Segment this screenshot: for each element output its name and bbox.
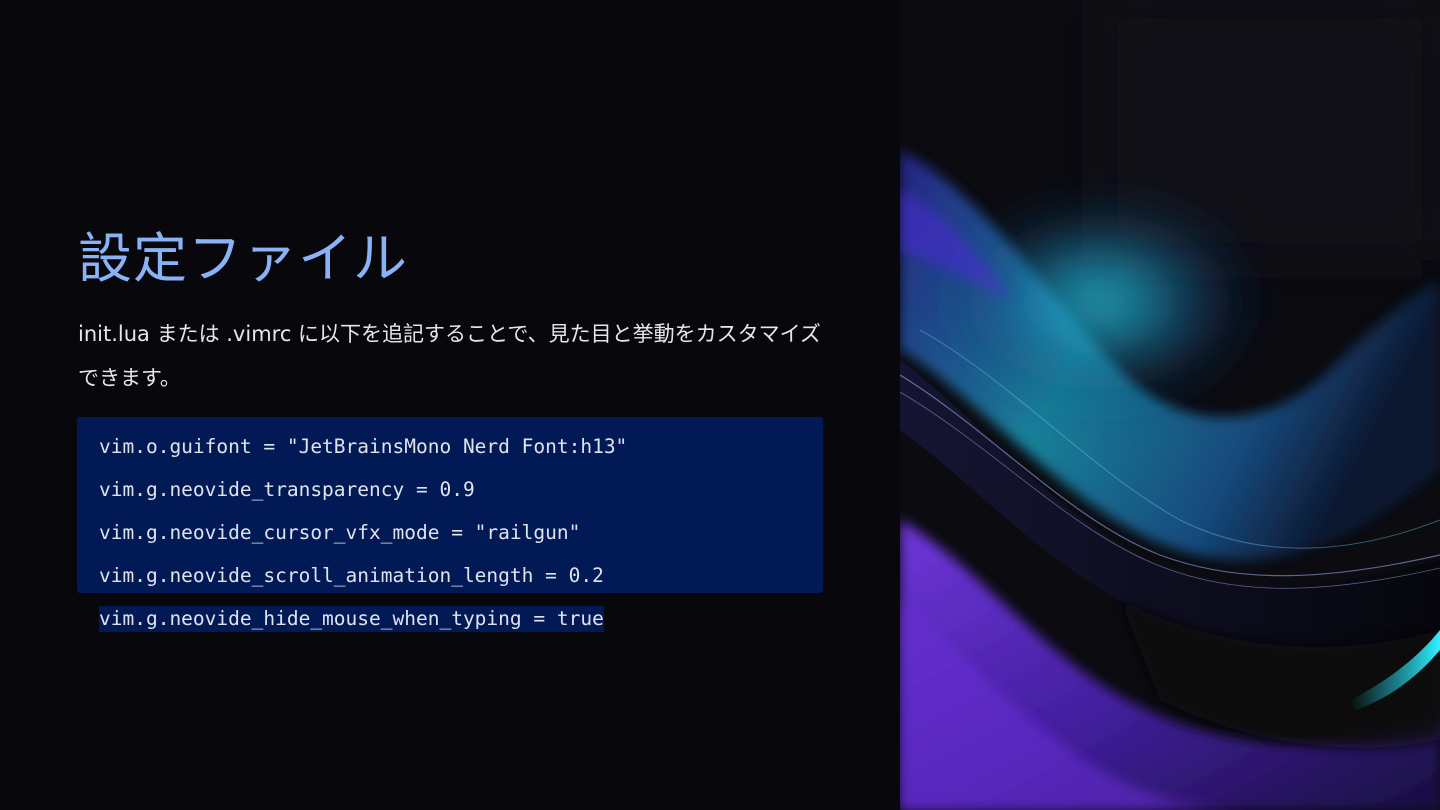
abstract-waves-image	[900, 0, 1440, 810]
code-line-cursor-vfx: vim.g.neovide_cursor_vfx_mode = "railgun…	[99, 521, 581, 544]
slide: 設定ファイル init.lua または .vimrc に以下を追記することで、見…	[0, 0, 1440, 810]
code-line-scroll-animation: vim.g.neovide_scroll_animation_length = …	[99, 564, 604, 587]
slide-description: init.lua または .vimrc に以下を追記することで、見た目と挙動をカ…	[78, 322, 821, 390]
slide-title: 設定ファイル	[78, 227, 408, 290]
code-line-guifont: vim.o.guifont = "JetBrainsMono Nerd Font…	[99, 435, 628, 458]
code-line-hide-mouse: vim.g.neovide_hide_mouse_when_typing = t…	[99, 606, 604, 632]
content-panel: 設定ファイル init.lua または .vimrc に以下を追記することで、見…	[0, 0, 900, 810]
code-line-transparency: vim.g.neovide_transparency = 0.9	[99, 478, 475, 501]
